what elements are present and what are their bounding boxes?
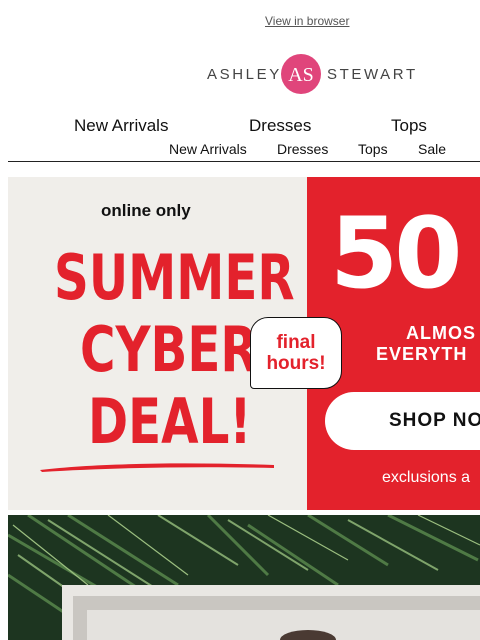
nav-new-arrivals[interactable]: New Arrivals	[74, 116, 168, 136]
almost-label: ALMOS	[406, 323, 476, 343]
logo-text-right: STEWART	[327, 66, 418, 83]
subnav-dresses[interactable]: Dresses	[277, 141, 328, 157]
online-only-label: online only	[101, 201, 191, 220]
headline-cyber: CYBER	[80, 313, 258, 386]
discount-percent: 50	[330, 197, 462, 311]
subnav-sale[interactable]: Sale	[418, 141, 446, 157]
shop-now-button[interactable]: SHOP NO	[325, 392, 480, 450]
nav-dresses[interactable]: Dresses	[249, 116, 311, 136]
headline-summer: SUMMER	[54, 241, 295, 314]
everything-label: EVERYTH	[376, 344, 468, 364]
subnav-tops[interactable]: Tops	[358, 141, 388, 157]
logo-monogram-text: AS	[288, 64, 314, 86]
final-hours-line2: hours!	[266, 353, 326, 374]
hero-photo[interactable]	[8, 515, 480, 640]
summer-cyber-deal-banner[interactable]: online only SUMMER CYBER DEAL! final hou…	[8, 177, 480, 510]
final-hours-line1: final	[276, 332, 316, 353]
subnav-new-arrivals[interactable]: New Arrivals	[169, 141, 247, 157]
brush-underline-icon	[40, 463, 274, 472]
logo-text-left: ASHLEY	[207, 66, 282, 83]
view-in-browser-link[interactable]: View in browser	[265, 14, 349, 28]
final-hours-badge: final hours!	[250, 317, 342, 389]
product-silhouette-icon	[280, 630, 336, 640]
exclusions-note: exclusions a	[382, 469, 471, 486]
nav-tops[interactable]: Tops	[391, 116, 427, 136]
headline-deal: DEAL!	[88, 385, 252, 458]
nav-divider	[8, 161, 480, 162]
ashley-stewart-logo[interactable]: ASHLEY AS STEWART	[207, 52, 415, 96]
logo-monogram-icon: AS	[281, 54, 321, 94]
